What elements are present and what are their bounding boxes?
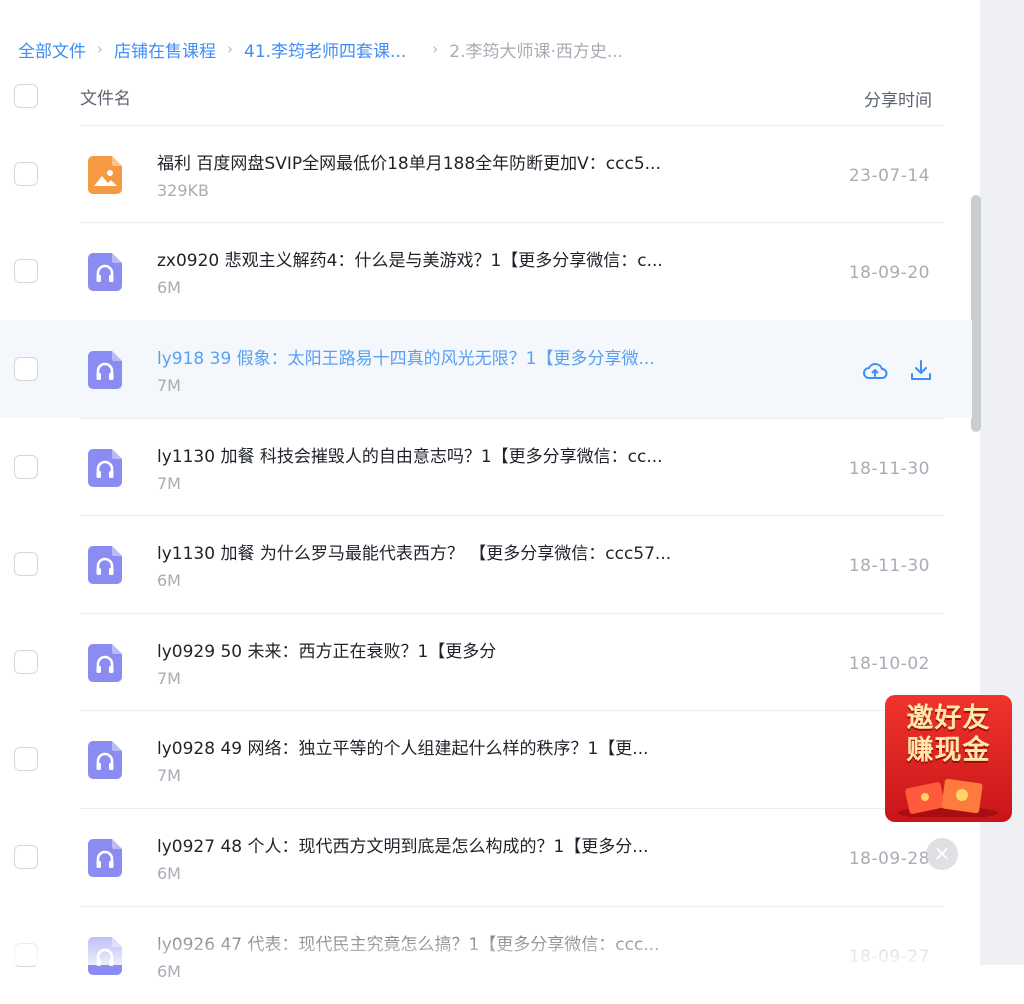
file-row[interactable]: ly0926 47 代表：现代民主究竟怎么搞？1【更多分享微信：ccc... 6M… [0, 906, 960, 1004]
file-size: 6M [157, 571, 181, 590]
file-checkbox[interactable] [14, 747, 38, 771]
download-icon[interactable] [908, 358, 934, 384]
audio-file-icon [88, 741, 122, 779]
file-checkbox[interactable] [14, 943, 38, 967]
chevron-right-icon: › [97, 40, 103, 58]
cloud-save-icon[interactable] [862, 358, 888, 384]
image-file-icon [88, 156, 122, 194]
select-all-checkbox[interactable] [14, 84, 38, 108]
file-name[interactable]: 福利 百度网盘SVIP全网最低价18单月188全年防断更加V：ccc5... [157, 149, 757, 174]
file-row[interactable]: ly1130 加餐 为什么罗马最能代表西方？ 【更多分享微信：ccc57... 6… [0, 515, 960, 613]
share-time: 18-09-28 [848, 849, 930, 869]
share-time: 18-10-02 [848, 654, 930, 674]
breadcrumb-store-courses[interactable]: 店铺在售课程 [114, 37, 216, 62]
file-row[interactable]: 福利 百度网盘SVIP全网最低价18单月188全年防断更加V：ccc5... 32… [0, 125, 960, 223]
audio-file-icon [88, 351, 122, 389]
file-name[interactable]: ly0926 47 代表：现代民主究竟怎么搞？1【更多分享微信：ccc... [157, 930, 757, 955]
breadcrumb-course-folder[interactable]: 41.李筠老师四套课... [244, 37, 406, 62]
row-actions [862, 358, 934, 384]
audio-file-icon [88, 644, 122, 682]
file-checkbox[interactable] [14, 455, 38, 479]
row-divider [80, 222, 944, 223]
row-divider [80, 418, 944, 419]
file-size: 7M [157, 669, 181, 688]
audio-file-icon [88, 546, 122, 584]
file-row[interactable]: zx0920 悲观主义解药4：什么是与美游戏？1【更多分享微信：c... 6M 18… [0, 222, 960, 320]
audio-file-icon [88, 937, 122, 975]
row-divider [80, 515, 944, 516]
share-time: 18-09-27 [848, 947, 930, 967]
audio-file-icon [88, 253, 122, 291]
file-name[interactable]: ly0929 50 未来：西方正在衰败？1【更多分 [157, 637, 757, 662]
share-time: 23-07-14 [848, 166, 930, 186]
file-name[interactable]: ly918 39 假象：太阳王路易十四真的风光无限？1【更多分享微... [157, 344, 757, 369]
audio-file-icon [88, 839, 122, 877]
file-row[interactable]: ly0928 49 网络：独立平等的个人组建起什么样的秩序？1【更...7M18… [0, 710, 960, 808]
file-list-header: 文件名 分享时间 [0, 76, 960, 126]
invite-friends-promo[interactable]: 邀好友 赚现金 [885, 695, 1012, 822]
promo-line-2: 赚现金 [906, 735, 991, 766]
breadcrumb-current-folder: 2.李筠大师课·西方史... [449, 41, 624, 62]
file-size: 6M [157, 278, 181, 297]
column-header-time[interactable]: 分享时间 [864, 86, 932, 111]
red-envelope-icon [898, 778, 998, 817]
file-row[interactable]: ly918 39 假象：太阳王路易十四真的风光无限？1【更多分享微... 7M [0, 320, 972, 418]
file-checkbox[interactable] [14, 259, 38, 283]
column-header-name[interactable]: 文件名 [80, 84, 131, 109]
file-row[interactable]: ly1130 加餐 科技会摧毁人的自由意志吗？1【更多分享微信：cc... 7M 1… [0, 418, 960, 516]
share-time: 18-09-20 [848, 263, 930, 283]
row-divider [80, 613, 944, 614]
promo-line-1: 邀好友 [906, 703, 991, 734]
file-checkbox[interactable] [14, 845, 38, 869]
row-divider [80, 808, 944, 809]
chevron-right-icon: › [432, 40, 439, 58]
file-name[interactable]: ly1130 加餐 为什么罗马最能代表西方？ 【更多分享微信：ccc57... [157, 539, 757, 564]
file-name[interactable]: ly0927 48 个人：现代西方文明到底是怎么构成的？1【更多分... [157, 832, 757, 857]
breadcrumb-all-files[interactable]: 全部文件 [18, 37, 86, 62]
chevron-right-icon: › [227, 40, 233, 58]
share-time: 18-11-30 [848, 556, 930, 576]
close-promo-button[interactable]: × [926, 838, 958, 870]
file-size: 7M [157, 766, 181, 785]
row-divider [80, 710, 944, 711]
breadcrumb: 全部文件 › 店铺在售课程 › 41.李筠老师四套课... › 2.李筠大师课·… [18, 36, 623, 62]
file-size: 7M [157, 474, 181, 493]
file-checkbox[interactable] [14, 162, 38, 186]
audio-file-icon [88, 449, 122, 487]
row-divider [80, 125, 944, 126]
file-checkbox[interactable] [14, 357, 38, 381]
file-checkbox[interactable] [14, 650, 38, 674]
file-size: 7M [157, 376, 181, 395]
share-time: 18-11-30 [848, 459, 930, 479]
file-size: 329KB [157, 181, 210, 200]
file-row[interactable]: ly0927 48 个人：现代西方文明到底是怎么构成的？1【更多分... 6M 18… [0, 808, 960, 906]
file-checkbox[interactable] [14, 552, 38, 576]
file-name[interactable]: ly0928 49 网络：独立平等的个人组建起什么样的秩序？1【更... [157, 734, 757, 759]
file-size: 6M [157, 864, 181, 883]
scrollbar-thumb[interactable] [971, 195, 981, 432]
row-divider [80, 906, 944, 907]
file-name[interactable]: zx0920 悲观主义解药4：什么是与美游戏？1【更多分享微信：c... [157, 246, 757, 271]
file-row[interactable]: ly0929 50 未来：西方正在衰败？1【更多分 7M 18-10-02 [0, 613, 960, 711]
file-name[interactable]: ly1130 加餐 科技会摧毁人的自由意志吗？1【更多分享微信：cc... [157, 442, 757, 467]
